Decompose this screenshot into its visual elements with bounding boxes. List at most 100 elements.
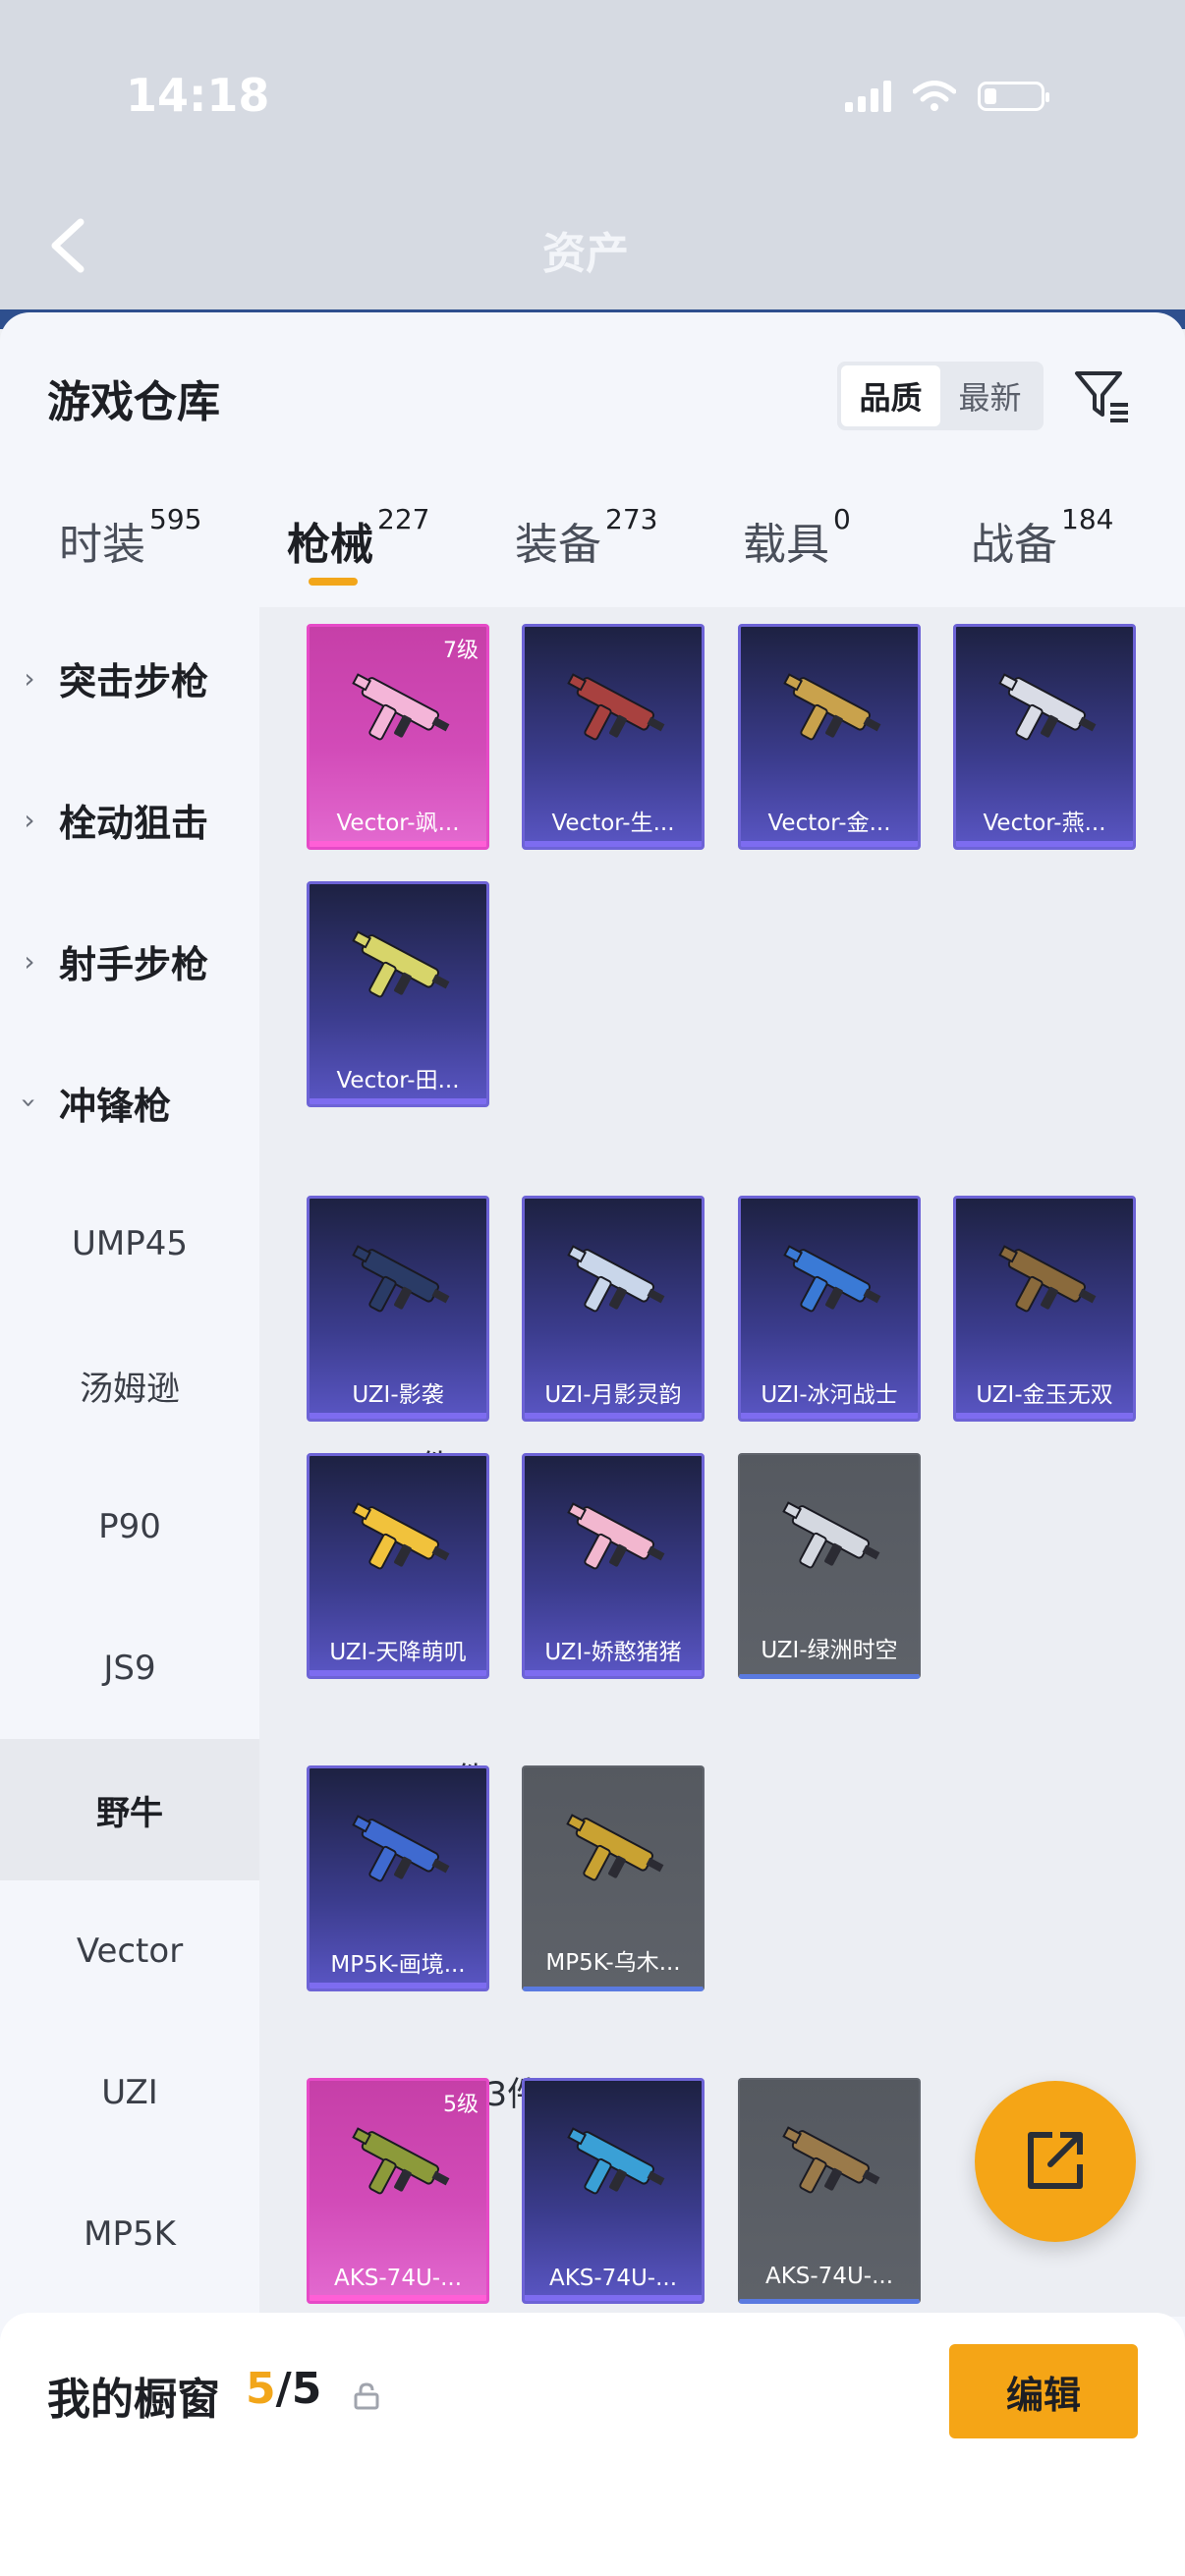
weapon-image-icon xyxy=(566,1814,664,1881)
showcase-current: 5 xyxy=(246,2364,276,2414)
weapon-card[interactable]: Vector-田... xyxy=(307,881,489,1107)
edit-button[interactable]: 编辑 xyxy=(949,2344,1138,2438)
weapon-card[interactable]: MP5K-乌木... xyxy=(522,1765,705,1991)
weapon-name: Vector-生... xyxy=(551,811,675,836)
chevron-right-icon: › xyxy=(24,661,35,695)
weapon-name: UZI-绿洲时空 xyxy=(761,1638,898,1663)
rarity-bar xyxy=(956,1413,1133,1419)
sidebar-item-uzi[interactable]: UZI xyxy=(0,2022,259,2163)
weapon-card[interactable]: UZI-绿洲时空 xyxy=(738,1453,921,1679)
category-tabs: 时装 595 枪械 227 装备 273 载具 0 战备 184 xyxy=(0,503,1185,607)
weapon-name: AKS-74U-... xyxy=(333,2266,463,2291)
tab-count: 184 xyxy=(1061,503,1114,535)
share-button[interactable] xyxy=(975,2081,1136,2242)
sort-quality[interactable]: 品质 xyxy=(841,365,940,426)
chevron-right-icon: › xyxy=(24,803,35,836)
tab-count: 227 xyxy=(377,503,430,535)
weapon-card[interactable]: MP5K-画境... xyxy=(307,1765,489,1991)
tab-count: 0 xyxy=(833,503,851,535)
tab-label: 战备 xyxy=(971,520,1057,570)
sidebar-group-bolt-sniper[interactable]: › 栓动狙击 xyxy=(0,749,259,890)
sidebar-item-vector[interactable]: Vector xyxy=(0,1880,259,2022)
weapon-image-icon xyxy=(567,1245,665,1313)
weapon-card[interactable]: Vector-生... xyxy=(522,624,705,850)
weapon-image-icon xyxy=(783,1245,881,1313)
weapon-card[interactable]: 7级 Vector-飒... xyxy=(307,624,489,850)
showcase-bar: 我的橱窗 5/5 编辑 xyxy=(0,2313,1185,2576)
weapon-card[interactable]: UZI-影袭 xyxy=(307,1196,489,1422)
weapon-name: Vector-飒... xyxy=(336,811,460,836)
weapon-image-icon xyxy=(783,673,881,741)
weapon-card[interactable]: AKS-74U-... xyxy=(738,2078,921,2304)
weapon-name: UZI-冰河战士 xyxy=(761,1382,898,1408)
weapon-card[interactable]: 5级 AKS-74U-... xyxy=(307,2078,489,2304)
weapon-image-icon xyxy=(352,1502,450,1570)
weapon-card[interactable]: Vector-金... xyxy=(738,624,921,850)
filter-icon[interactable] xyxy=(1071,364,1134,426)
rarity-bar xyxy=(310,1983,486,1988)
sidebar-group-label: 冲锋枪 xyxy=(59,1084,172,1128)
sidebar-group-label: 射手步枪 xyxy=(59,942,209,986)
sidebar-item-bizon[interactable]: 野牛 xyxy=(0,1739,259,1880)
weapon-name: MP5K-画境... xyxy=(330,1952,466,1978)
tab-equipment[interactable]: 装备 273 xyxy=(515,503,657,572)
rarity-bar xyxy=(525,1413,702,1419)
weapon-image-icon xyxy=(782,1501,880,1569)
weapon-name: UZI-月影灵韵 xyxy=(544,1382,682,1408)
weapon-name: UZI-天降萌叽 xyxy=(329,1640,467,1665)
weapon-name: UZI-娇憨猪猪 xyxy=(544,1640,682,1665)
tab-vehicles[interactable]: 载具 0 xyxy=(743,503,851,572)
weapon-image-icon xyxy=(567,2127,665,2195)
lock-icon xyxy=(354,2382,379,2410)
sort-newest[interactable]: 最新 xyxy=(940,365,1040,426)
weapon-image-icon xyxy=(352,930,450,998)
weapon-name: Vector-田... xyxy=(336,1068,460,1093)
weapon-card[interactable]: UZI-冰河战士 xyxy=(738,1196,921,1422)
weapon-name: AKS-74U-... xyxy=(764,2264,894,2289)
weapon-image-icon xyxy=(998,673,1097,741)
weapon-card[interactable]: Vector-燕... xyxy=(953,624,1136,850)
weapon-card[interactable]: UZI-金玉无双 xyxy=(953,1196,1136,1422)
weapon-image-icon xyxy=(567,1502,665,1570)
share-icon xyxy=(1028,2132,1083,2189)
weapon-card[interactable]: UZI-娇憨猪猪 xyxy=(522,1453,705,1679)
tab-label: 载具 xyxy=(743,520,829,570)
weapon-name: UZI-影袭 xyxy=(352,1382,444,1408)
rarity-bar xyxy=(525,1670,702,1676)
sidebar-item-thompson[interactable]: 汤姆逊 xyxy=(0,1315,259,1456)
back-arrow-icon[interactable] xyxy=(45,216,92,275)
tab-count: 273 xyxy=(605,503,658,535)
weapon-card[interactable]: AKS-74U-... xyxy=(522,2078,705,2304)
showcase-total: /5 xyxy=(275,2364,322,2414)
weapon-name: Vector-金... xyxy=(767,811,891,836)
sidebar-group-assault-rifle[interactable]: › 突击步枪 xyxy=(0,607,259,749)
weapon-grid: UZI：7件 MP5K：2件 AKS-74U：3件 7级Vector-飒...V… xyxy=(259,607,1185,2317)
rarity-bar xyxy=(956,841,1133,847)
chevron-right-icon: › xyxy=(24,944,35,978)
weapon-image-icon xyxy=(352,1245,450,1313)
weapon-card[interactable]: UZI-月影灵韵 xyxy=(522,1196,705,1422)
tab-guns[interactable]: 枪械 227 xyxy=(287,503,429,586)
tab-label: 时装 xyxy=(59,520,145,570)
weapon-image-icon xyxy=(782,2126,880,2194)
rarity-bar xyxy=(741,1413,918,1419)
tab-supplies[interactable]: 战备 184 xyxy=(971,503,1113,572)
sidebar-item-mp5k[interactable]: MP5K xyxy=(0,2163,259,2305)
sidebar-group-marksman[interactable]: › 射手步枪 xyxy=(0,890,259,1032)
tab-skins[interactable]: 时装 595 xyxy=(59,503,201,572)
rarity-bar xyxy=(310,2295,486,2301)
tab-label: 装备 xyxy=(515,520,601,570)
weapon-image-icon xyxy=(352,2127,450,2195)
rarity-bar xyxy=(310,841,486,847)
sidebar-item-ump45[interactable]: UMP45 xyxy=(0,1173,259,1315)
sidebar-item-p90[interactable]: P90 xyxy=(0,1456,259,1597)
weapon-image-icon xyxy=(998,1245,1097,1313)
weapon-image-icon xyxy=(352,1815,450,1882)
rarity-bar xyxy=(525,2295,702,2301)
sidebar-group-smg[interactable]: › 冲锋枪 xyxy=(0,1032,259,1173)
tab-label: 枪械 xyxy=(287,520,373,570)
weapon-name: Vector-燕... xyxy=(983,811,1106,836)
sidebar-item-js9[interactable]: JS9 xyxy=(0,1597,259,1739)
rarity-bar xyxy=(525,841,702,847)
weapon-card[interactable]: UZI-天降萌叽 xyxy=(307,1453,489,1679)
